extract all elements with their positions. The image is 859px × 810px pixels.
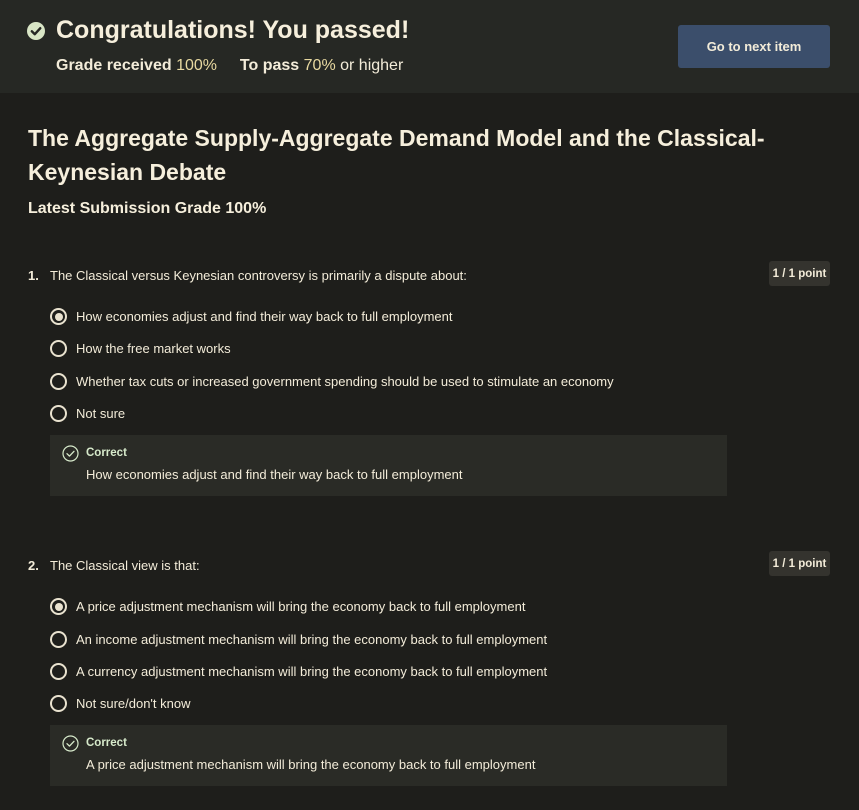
option-label: Not sure	[76, 406, 126, 421]
grade-summary: Grade received 100% To pass 70% or highe…	[56, 57, 403, 75]
radio-button[interactable]	[50, 340, 67, 357]
option-label: How economies adjust and find their way …	[76, 309, 453, 324]
feedback-text: How economies adjust and find their way …	[86, 467, 463, 482]
result-banner: Congratulations! You passed! Grade recei…	[0, 0, 859, 93]
option-label: How the free market works	[76, 341, 231, 356]
page-title: The Aggregate Supply-Aggregate Demand Mo…	[28, 125, 765, 185]
option-label: An income adjustment mechanism will brin…	[76, 632, 548, 647]
answer-option[interactable]: How economies adjust and find their way …	[50, 308, 770, 328]
to-pass-suffix: or higher	[340, 57, 404, 74]
answer-option[interactable]: Not sure/don't know	[50, 695, 770, 715]
question-number: 2.	[28, 558, 39, 573]
answer-option[interactable]: A currency adjustment mechanism will bri…	[50, 663, 770, 683]
check-circle-icon	[27, 22, 45, 40]
grade-received-label: Grade received	[56, 57, 172, 74]
to-pass-label: To pass	[239, 57, 300, 74]
go-to-next-item-button[interactable]: Go to next item	[678, 25, 830, 68]
latest-submission-grade: Latest Submission Grade 100%	[28, 200, 267, 217]
radio-button-selected[interactable]	[50, 598, 67, 615]
feedback-box: Correct How economies adjust and find th…	[50, 435, 727, 496]
points-badge: 1 / 1 point	[769, 261, 830, 286]
answer-option[interactable]: Not sure	[50, 405, 770, 425]
radio-button[interactable]	[50, 695, 67, 712]
to-pass-value: 70%	[303, 57, 336, 74]
answer-option[interactable]: An income adjustment mechanism will brin…	[50, 631, 770, 651]
answer-option[interactable]: Whether tax cuts or increased government…	[50, 373, 770, 393]
radio-button[interactable]	[50, 663, 67, 680]
feedback-status: Correct	[86, 447, 127, 459]
pass-message: Congratulations! You passed!	[56, 16, 410, 44]
question-number: 1.	[28, 268, 39, 283]
option-label: A price adjustment mechanism will bring …	[76, 599, 526, 614]
feedback-box: Correct A price adjustment mechanism wil…	[50, 725, 727, 786]
radio-button[interactable]	[50, 631, 67, 648]
check-outline-icon	[62, 735, 79, 752]
question-text: The Classical view is that:	[50, 558, 200, 573]
answer-option[interactable]: How the free market works	[50, 340, 770, 360]
feedback-status: Correct	[86, 737, 127, 749]
points-badge: 1 / 1 point	[769, 551, 830, 576]
question-text: The Classical versus Keynesian controver…	[50, 268, 467, 283]
option-label: A currency adjustment mechanism will bri…	[76, 664, 548, 679]
radio-button[interactable]	[50, 373, 67, 390]
grade-received-value: 100%	[176, 57, 217, 74]
radio-button-selected[interactable]	[50, 308, 67, 325]
answer-option[interactable]: A price adjustment mechanism will bring …	[50, 598, 770, 618]
option-label: Not sure/don't know	[76, 696, 191, 711]
option-label: Whether tax cuts or increased government…	[76, 374, 614, 389]
check-outline-icon	[62, 445, 79, 462]
feedback-text: A price adjustment mechanism will bring …	[86, 757, 536, 772]
radio-button[interactable]	[50, 405, 67, 422]
